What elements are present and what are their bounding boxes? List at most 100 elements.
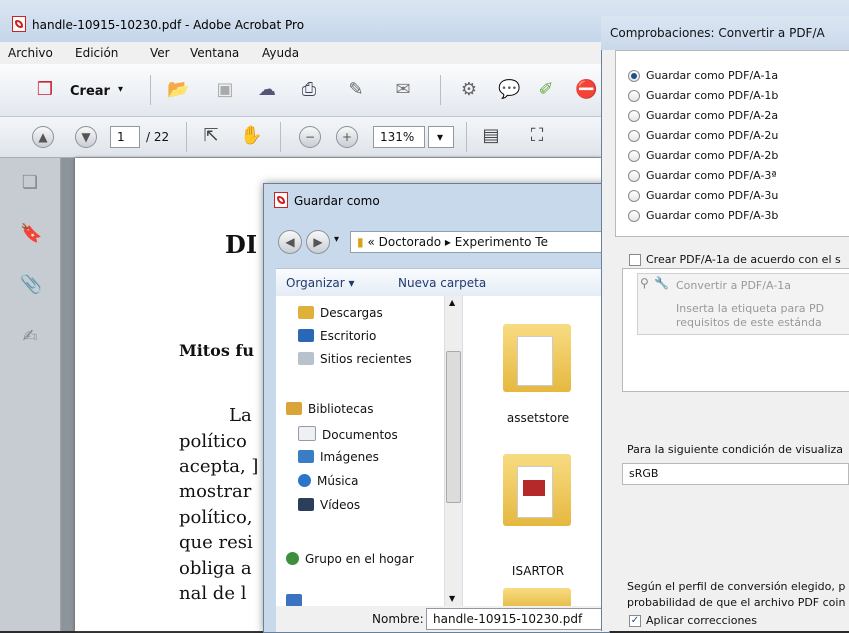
page-number-input[interactable]: 1 bbox=[110, 126, 140, 148]
nav-item-videos[interactable]: Vídeos bbox=[298, 498, 360, 512]
nav-item-bibliotecas[interactable]: Bibliotecas bbox=[286, 402, 373, 416]
scroll-down-icon[interactable]: ▼ bbox=[449, 594, 455, 603]
condition-select[interactable]: sRGB bbox=[622, 463, 849, 485]
nav-label: Grupo en el hogar bbox=[305, 552, 414, 566]
radio-pdfa-2u[interactable] bbox=[628, 130, 640, 142]
menu-edicion[interactable]: Edición bbox=[75, 46, 118, 60]
nav-item-sitios-recientes[interactable]: Sitios recientes bbox=[298, 352, 412, 366]
nav-label: Vídeos bbox=[320, 498, 361, 512]
zoom-dropdown-chevron-icon[interactable]: ▾ bbox=[428, 126, 454, 148]
signature-icon[interactable]: ✍ bbox=[20, 326, 40, 348]
page-total: / 22 bbox=[146, 130, 170, 144]
separator bbox=[466, 122, 467, 152]
option-label: Guardar como PDF/A-2u bbox=[646, 129, 779, 142]
zoom-out-icon[interactable]: − bbox=[299, 126, 321, 148]
nav-item-musica[interactable]: Música bbox=[298, 474, 359, 488]
page-up-icon[interactable]: ▲ bbox=[32, 126, 54, 148]
filename-input[interactable]: handle-10915-10230.pdf bbox=[426, 608, 609, 630]
chevron-down-icon: ▾ bbox=[348, 276, 355, 290]
page-down-icon[interactable]: ▼ bbox=[75, 126, 97, 148]
scroll-up-icon[interactable]: ▲ bbox=[449, 298, 455, 307]
radio-pdfa-1b[interactable] bbox=[628, 90, 640, 102]
nav-label: Descargas bbox=[320, 306, 383, 320]
create-pdfa-label: Crear PDF/A-1a de acuerdo con el s bbox=[646, 253, 841, 266]
menu-ayuda[interactable]: Ayuda bbox=[262, 46, 299, 60]
history-dropdown-icon[interactable]: ▾ bbox=[334, 234, 339, 245]
organize-label: Organizar bbox=[286, 276, 345, 290]
pdf-icon bbox=[274, 192, 288, 208]
open-folder-icon[interactable]: 📂 bbox=[167, 79, 189, 101]
print-icon[interactable]: ⎙ bbox=[298, 79, 320, 101]
nav-scrollbar[interactable]: ▲ ▼ bbox=[444, 296, 462, 606]
nav-item-escritorio[interactable]: Escritorio bbox=[298, 329, 376, 343]
gear-icon[interactable]: ⚙ bbox=[458, 79, 480, 101]
folder-assetstore[interactable] bbox=[503, 314, 573, 404]
nav-label: Música bbox=[317, 474, 359, 488]
create-pdfa-checkbox[interactable] bbox=[629, 254, 641, 266]
nav-label: Bibliotecas bbox=[308, 402, 374, 416]
create-button[interactable]: Crear bbox=[70, 84, 110, 99]
nav-item-documentos[interactable]: Documentos bbox=[298, 426, 398, 442]
separator bbox=[186, 122, 187, 152]
apply-corrections-label: Aplicar correcciones bbox=[646, 614, 757, 627]
filename-row: Nombre: handle-10915-10230.pdf bbox=[276, 606, 609, 632]
folder-isartor[interactable] bbox=[503, 444, 573, 534]
bookmark-icon[interactable]: 🔖 bbox=[20, 223, 42, 245]
nav-item-grupo-hogar[interactable]: Grupo en el hogar bbox=[286, 552, 414, 566]
red-logo-icon bbox=[523, 480, 545, 496]
navigation-panel: ❏ 🔖 📎 ✍ bbox=[0, 158, 61, 631]
nav-item-imagenes[interactable]: Imágenes bbox=[298, 450, 379, 464]
new-folder-button[interactable]: Nueva carpeta bbox=[398, 276, 486, 290]
scroll-thumb[interactable] bbox=[446, 351, 461, 503]
separator bbox=[150, 75, 151, 105]
save-icon[interactable]: ▣ bbox=[214, 79, 236, 101]
pages-icon[interactable]: ❏ bbox=[20, 172, 40, 194]
body-line: La bbox=[229, 405, 252, 426]
zoom-in-icon[interactable]: + bbox=[336, 126, 358, 148]
highlight-icon[interactable]: ✐ bbox=[535, 79, 557, 101]
option-label: Guardar como PDF/A-2b bbox=[646, 149, 779, 162]
radio-pdfa-2b[interactable] bbox=[628, 150, 640, 162]
redact-icon[interactable]: ⛔ bbox=[575, 79, 597, 101]
pictures-icon bbox=[298, 450, 314, 463]
option-label: Guardar como PDF/A-1a bbox=[646, 69, 779, 82]
radio-pdfa-3b[interactable] bbox=[628, 210, 640, 222]
radio-pdfa-3u[interactable] bbox=[628, 190, 640, 202]
document-preview-icon bbox=[517, 336, 553, 386]
menu-archivo[interactable]: Archivo bbox=[8, 46, 53, 60]
create-pdf-icon[interactable]: ❒ bbox=[34, 79, 56, 101]
comment-icon[interactable]: 💬 bbox=[498, 79, 520, 101]
body-line: nal de l bbox=[179, 583, 247, 604]
forward-arrow-icon[interactable]: ▶ bbox=[306, 230, 330, 254]
body-line: político bbox=[179, 431, 247, 452]
conversion-note: probabilidad de que el archivo PDF coin bbox=[627, 596, 846, 609]
edit-doc-icon[interactable]: ✎ bbox=[345, 79, 367, 101]
option-label: Guardar como PDF/A-3b bbox=[646, 209, 779, 222]
radio-pdfa-3a[interactable] bbox=[628, 170, 640, 182]
organize-button[interactable]: Organizar ▾ bbox=[286, 276, 355, 290]
email-icon[interactable]: ✉ bbox=[392, 79, 414, 101]
hand-tool-icon[interactable]: ✋ bbox=[240, 125, 262, 147]
fit-page-icon[interactable]: ▤ bbox=[480, 125, 502, 147]
zoom-input[interactable]: 131% bbox=[373, 126, 425, 148]
breadcrumb-item-doctorado[interactable]: Doctorado bbox=[379, 235, 441, 249]
menu-ventana[interactable]: Ventana bbox=[190, 46, 239, 60]
radio-pdfa-2a[interactable] bbox=[628, 110, 640, 122]
desktop-icon bbox=[298, 329, 314, 342]
fit-width-icon[interactable]: ⛶ bbox=[526, 125, 548, 147]
breadcrumb-item-experimento[interactable]: Experimento Te bbox=[455, 235, 548, 249]
back-arrow-icon[interactable]: ◀ bbox=[278, 230, 302, 254]
fixup-desc: requisitos de este estánda bbox=[676, 316, 822, 329]
cloud-upload-icon[interactable]: ☁ bbox=[256, 79, 278, 101]
fixup-item[interactable]: ⚲ 🔧 Convertir a PDF/A-1a Inserta la etiq… bbox=[637, 273, 849, 335]
breadcrumb[interactable]: ▮ « Doctorado ▸ Experimento Te bbox=[350, 231, 609, 253]
chevron-down-icon[interactable]: ▾ bbox=[118, 84, 123, 95]
apply-corrections-checkbox[interactable]: ✓ bbox=[629, 615, 641, 627]
select-tool-icon[interactable]: ⇱ bbox=[200, 125, 222, 147]
pdf-icon bbox=[12, 16, 26, 32]
nav-item-descargas[interactable]: Descargas bbox=[298, 306, 383, 320]
breadcrumb-prefix: « bbox=[367, 235, 375, 249]
attachment-icon[interactable]: 📎 bbox=[20, 274, 42, 296]
radio-pdfa-1a[interactable] bbox=[628, 70, 640, 82]
menu-ver[interactable]: Ver bbox=[150, 46, 170, 60]
